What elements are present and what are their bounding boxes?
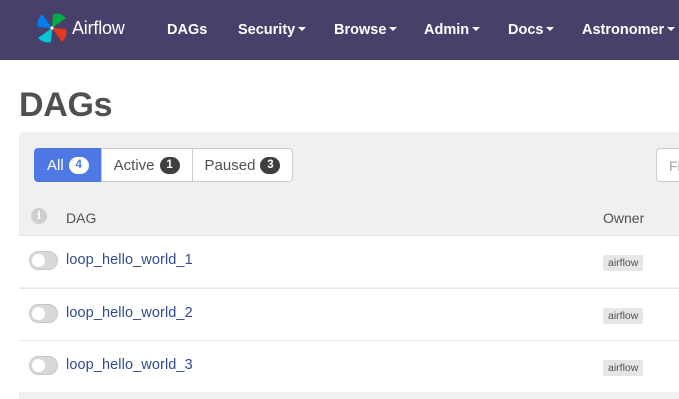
dag-link[interactable]: loop_hello_world_1 xyxy=(66,252,193,268)
filter-paused-button[interactable]: Paused 3 xyxy=(191,148,294,182)
nav-admin[interactable]: Admin xyxy=(424,19,481,41)
dag-search-input[interactable]: Fi xyxy=(656,148,679,182)
nav-docs[interactable]: Docs xyxy=(508,19,555,41)
caret-down-icon xyxy=(298,27,307,31)
count-badge: 1 xyxy=(159,156,180,174)
dag-pause-toggle[interactable] xyxy=(29,356,58,375)
dag-link[interactable]: loop_hello_world_3 xyxy=(66,357,193,373)
table-row: loop_hello_world_1 airflow xyxy=(19,235,679,287)
table-row: loop_hello_world_3 airflow xyxy=(19,340,679,392)
owner-badge: airflow xyxy=(603,360,644,376)
count-badge: 3 xyxy=(260,156,281,174)
dag-pause-toggle[interactable] xyxy=(29,251,58,270)
brand-name: Airflow xyxy=(72,17,125,38)
caret-down-icon xyxy=(667,27,676,31)
column-header-dag[interactable]: DAG xyxy=(66,210,96,226)
nav-browse[interactable]: Browse xyxy=(334,19,398,41)
toggle-knob xyxy=(32,307,45,320)
column-header-owner[interactable]: Owner xyxy=(603,210,644,226)
dag-pause-toggle[interactable] xyxy=(29,304,58,323)
status-filter-group: All 4 Active 1 Paused 3 xyxy=(34,148,294,182)
pinwheel-logo-icon xyxy=(37,13,67,43)
page-title: DAGs xyxy=(19,86,113,124)
nav-dags[interactable]: DAGs xyxy=(167,19,207,41)
caret-down-icon xyxy=(546,27,555,31)
dag-link[interactable]: loop_hello_world_2 xyxy=(66,305,193,321)
brand-link[interactable]: Airflow xyxy=(34,9,125,47)
filter-all-button[interactable]: All 4 xyxy=(34,148,102,182)
table-row: loop_hello_world_2 airflow xyxy=(19,288,679,340)
nav-security[interactable]: Security xyxy=(238,19,307,41)
count-badge: 4 xyxy=(68,156,89,174)
toggle-knob xyxy=(32,359,45,372)
toggle-knob xyxy=(32,254,45,267)
info-icon[interactable]: i xyxy=(31,208,47,224)
caret-down-icon xyxy=(472,27,481,31)
navbar: Airflow DAGs Security Browse Admin Docs … xyxy=(0,0,679,60)
caret-down-icon xyxy=(389,27,398,31)
search-placeholder: Fi xyxy=(669,158,679,174)
owner-badge: airflow xyxy=(603,255,644,271)
nav-astronomer[interactable]: Astronomer xyxy=(582,19,676,41)
owner-badge: airflow xyxy=(603,308,644,324)
filter-active-button[interactable]: Active 1 xyxy=(100,148,193,182)
